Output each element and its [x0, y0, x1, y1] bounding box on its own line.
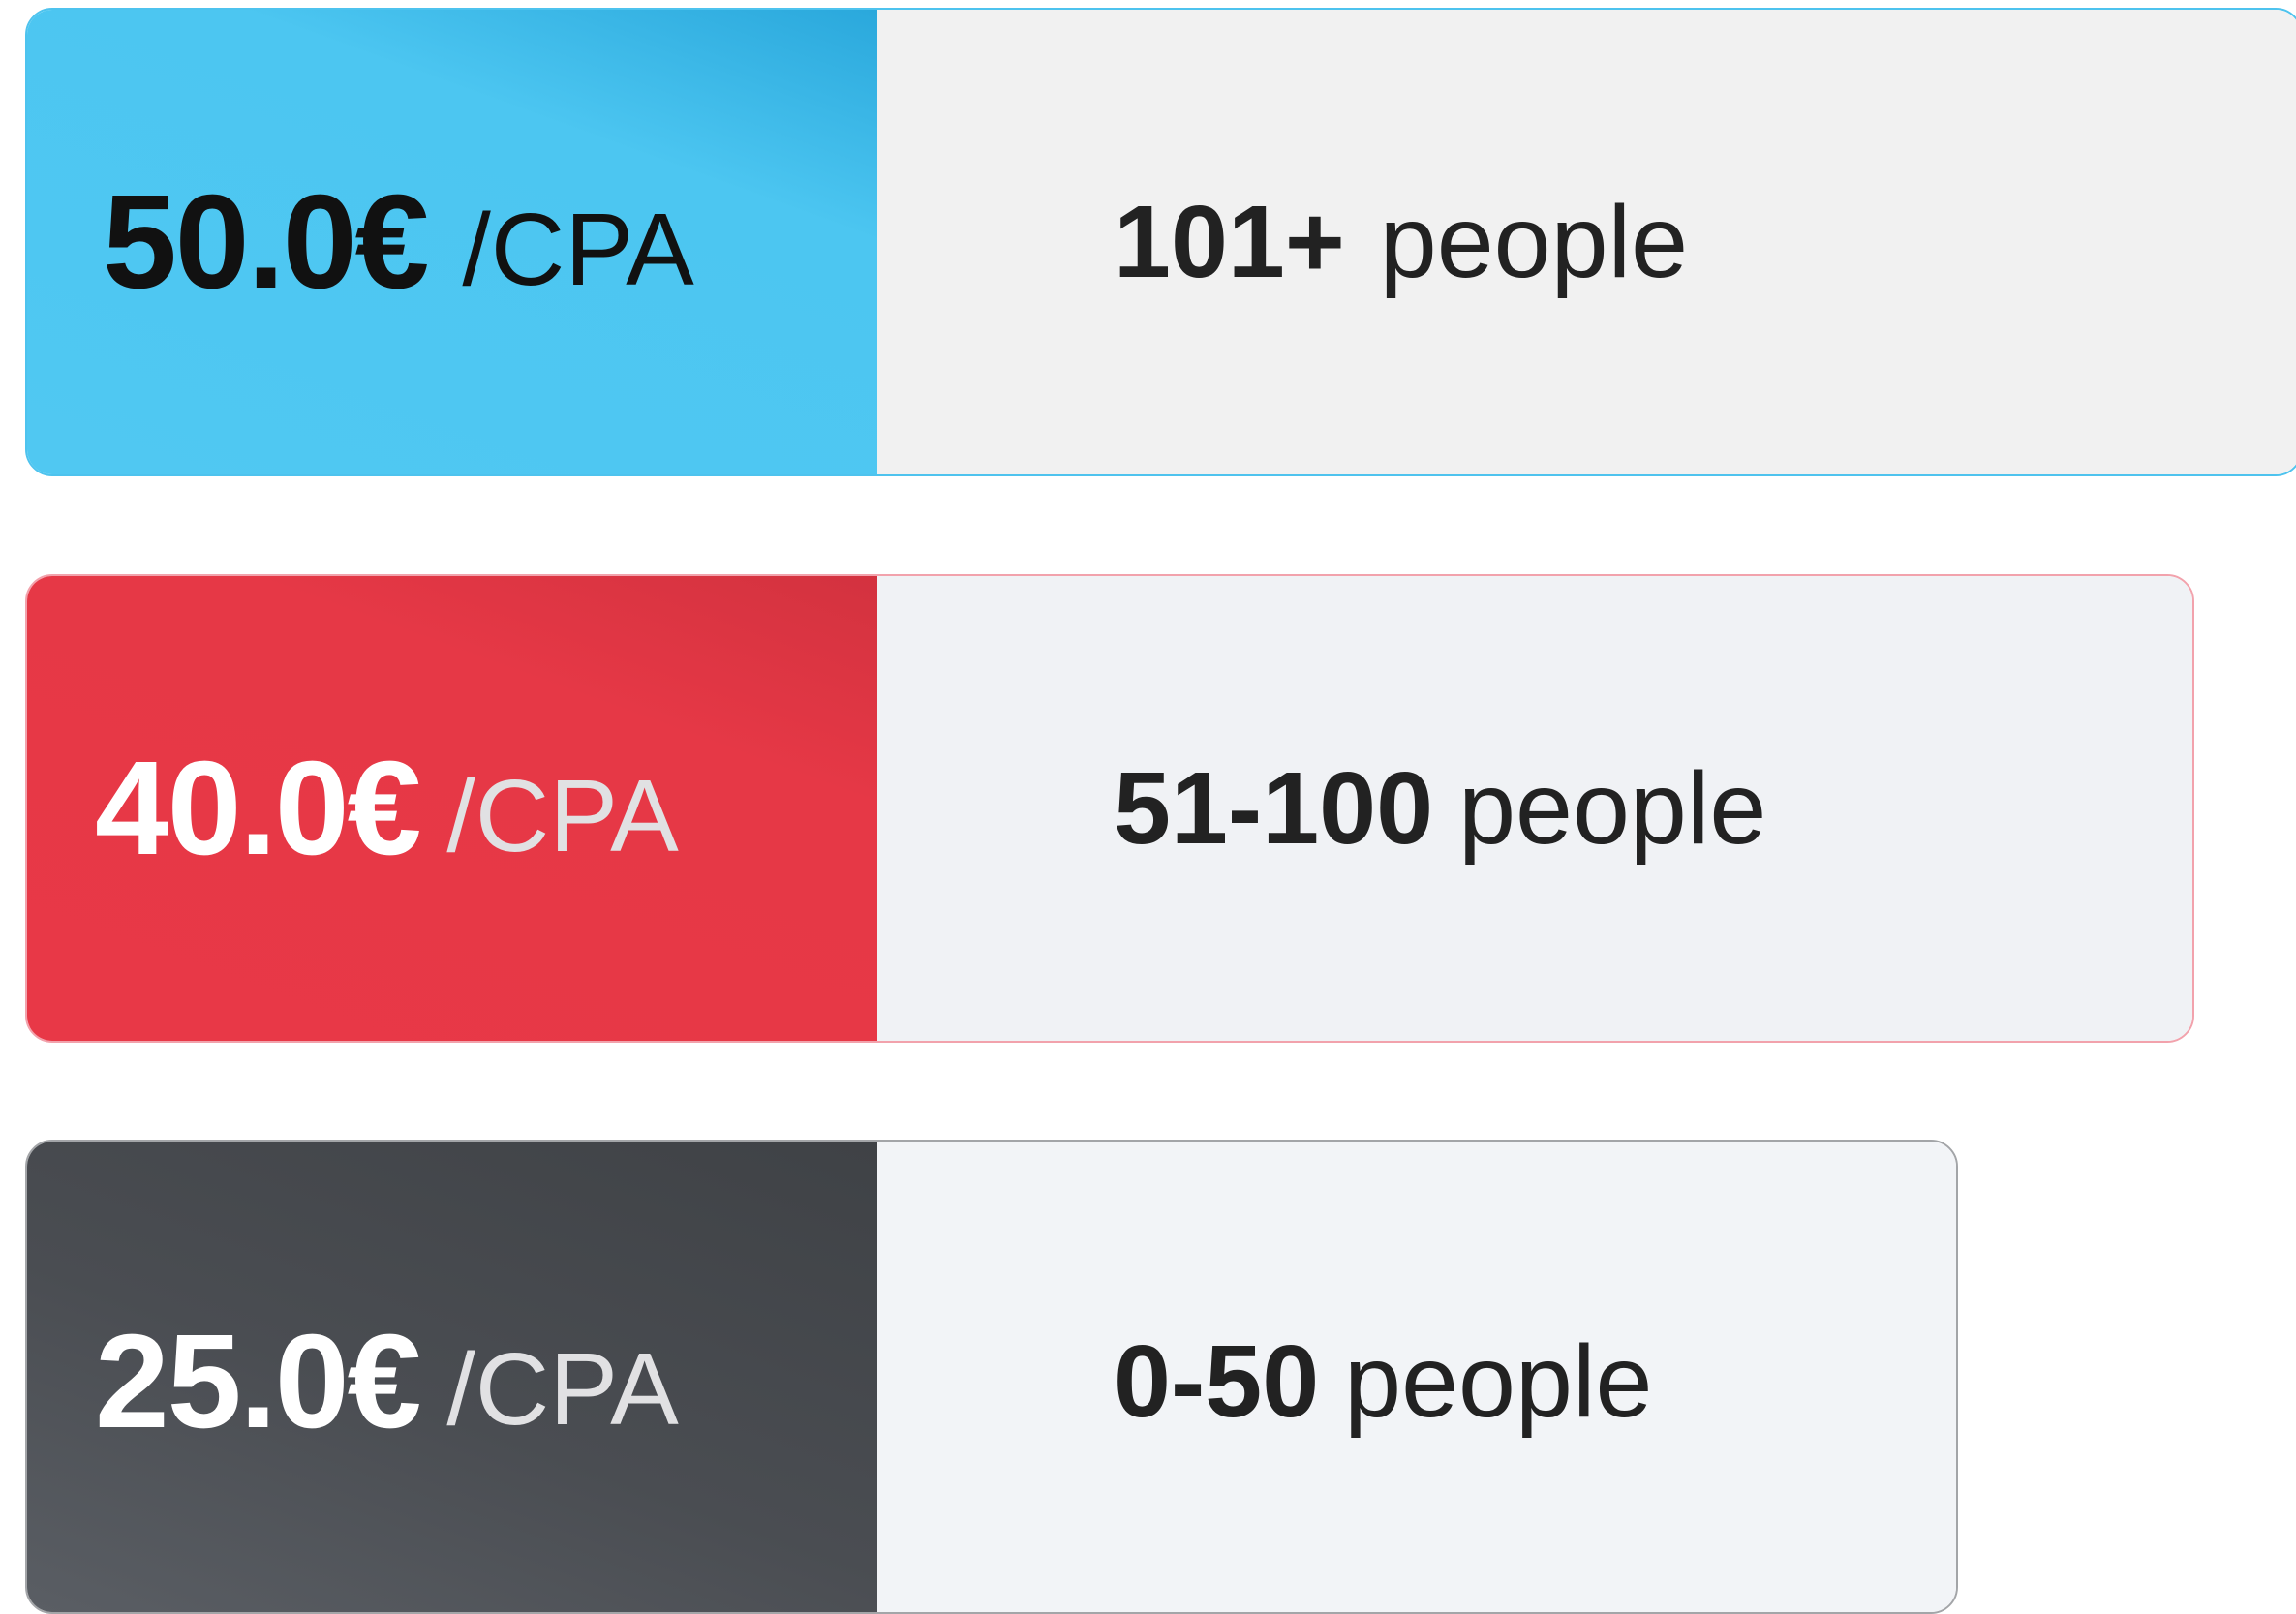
tier-price-panel: 25.0€ /CPA	[27, 1142, 877, 1612]
tier-price-unit: /CPA	[462, 192, 694, 307]
tier-range-count: 0-50	[1114, 1324, 1320, 1439]
tier-range-panel: 51-100 people	[877, 576, 2192, 1041]
tier-price-panel: 40.0€ /CPA	[27, 576, 877, 1041]
tier-range-count: 51-100	[1114, 750, 1434, 866]
tier-price-amount: 25.0€	[95, 1306, 421, 1456]
pricing-tier-51-100: 40.0€ /CPA 51-100 people	[25, 574, 2194, 1043]
pricing-tier-0-50: 25.0€ /CPA 0-50 people	[25, 1140, 1958, 1614]
tier-price-panel: 50.0€ /CPA	[27, 10, 877, 474]
tier-price-amount: 50.0€	[103, 167, 429, 317]
pricing-tier-101-plus: 50.0€ /CPA 101+ people	[25, 8, 2296, 476]
tier-range-unit: people	[1344, 1324, 1653, 1439]
tier-range-unit: people	[1458, 750, 1767, 866]
tier-range-panel: 0-50 people	[877, 1142, 1956, 1612]
tier-price-unit: /CPA	[446, 1331, 679, 1447]
tier-price-amount: 40.0€	[95, 733, 421, 883]
tier-range-unit: people	[1379, 184, 1689, 299]
tier-range-panel: 101+ people	[877, 10, 2296, 474]
tier-range-count: 101+	[1114, 184, 1345, 299]
tier-price-unit: /CPA	[446, 758, 679, 873]
